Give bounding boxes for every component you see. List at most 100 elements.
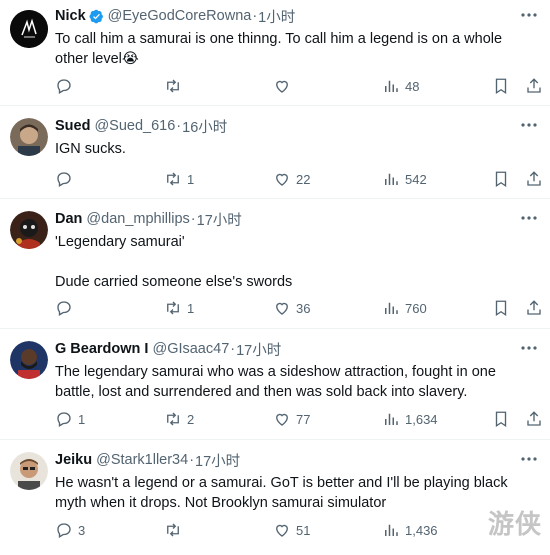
retweet-count: 1	[187, 300, 195, 316]
share-button[interactable]	[525, 409, 543, 429]
bookmark-button[interactable]	[492, 298, 510, 318]
author-handle[interactable]: @EyeGodCoreRowna	[108, 8, 252, 24]
author-name[interactable]: G Beardown I	[55, 341, 148, 357]
share-icon	[527, 300, 541, 315]
reply-icon	[57, 523, 71, 538]
timestamp[interactable]: 17小时	[236, 339, 281, 360]
separator-dot: ·	[190, 211, 196, 227]
retweet-button[interactable]: 1	[164, 169, 194, 189]
reply-button[interactable]	[55, 76, 78, 96]
share-icon	[527, 78, 541, 93]
avatar[interactable]	[10, 10, 48, 48]
author-name[interactable]: Jeiku	[55, 452, 92, 468]
like-count: 77	[296, 411, 311, 427]
like-count: 36	[296, 300, 311, 316]
tweet-text: 'Legendary samurai' Dude carried someone…	[55, 234, 293, 290]
share-icon	[527, 411, 541, 426]
views-count: 760	[405, 300, 427, 316]
tweet-item[interactable]: Sued @Sued_616 · 16小时 IGN sucks. 1 22 54…	[0, 106, 550, 199]
retweet-count: 2	[187, 411, 195, 427]
timestamp[interactable]: 17小时	[195, 450, 240, 471]
analytics-icon	[385, 413, 398, 425]
tweet-text: IGN sucks.	[55, 141, 126, 157]
views-button[interactable]: 48	[382, 76, 419, 96]
reply-button[interactable]	[55, 169, 78, 189]
watermark: 游侠	[487, 509, 542, 539]
retweet-icon	[167, 523, 179, 537]
bookmark-icon	[495, 300, 507, 317]
tweet-text: He wasn't a legend or a samurai. GoT is …	[55, 475, 508, 511]
retweet-button[interactable]: 2	[164, 409, 194, 429]
analytics-icon	[385, 302, 398, 314]
reply-count: 3	[78, 522, 86, 538]
bookmark-icon	[495, 411, 507, 428]
tweet-item[interactable]: G Beardown I @GIsaac47 · 17小时 The legend…	[0, 329, 550, 440]
avatar[interactable]	[10, 452, 48, 490]
like-button[interactable]	[273, 76, 296, 96]
views-button[interactable]: 1,436	[382, 520, 438, 540]
views-button[interactable]: 542	[382, 169, 427, 189]
more-icon[interactable]	[520, 343, 538, 353]
author-handle[interactable]: @GIsaac47	[152, 341, 229, 357]
more-icon[interactable]	[520, 454, 538, 464]
reply-icon	[57, 412, 71, 427]
bookmark-icon	[495, 78, 507, 95]
views-count: 542	[405, 171, 427, 187]
heart-icon	[276, 173, 288, 186]
avatar[interactable]	[10, 118, 48, 156]
retweet-button[interactable]	[164, 520, 187, 540]
tweet-item[interactable]: Nick @EyeGodCoreRowna · 1小时 To call him …	[0, 0, 550, 106]
tweet-item[interactable]: Dan @dan_mphillips · 17小时 'Legendary sam…	[0, 199, 550, 329]
author-handle[interactable]: @Sued_616	[94, 118, 175, 134]
retweet-button[interactable]: 1	[164, 298, 194, 318]
author-name[interactable]: Nick	[55, 8, 86, 24]
separator-dot: ·	[252, 8, 258, 24]
separator-dot: ·	[189, 452, 195, 468]
avatar[interactable]	[10, 211, 48, 249]
analytics-icon	[385, 524, 398, 536]
bookmark-button[interactable]	[492, 409, 510, 429]
tweet-item[interactable]: Jeiku @Stark1ller34 · 17小时 He wasn't a l…	[0, 440, 550, 555]
share-button[interactable]	[525, 76, 543, 96]
avatar[interactable]	[10, 341, 48, 379]
more-icon[interactable]	[520, 10, 538, 20]
retweet-button[interactable]	[164, 76, 187, 96]
reply-icon	[57, 79, 71, 94]
views-button[interactable]: 760	[382, 298, 427, 318]
like-count: 51	[296, 522, 311, 538]
like-button[interactable]: 51	[273, 520, 310, 540]
bookmark-button[interactable]	[492, 169, 510, 189]
views-button[interactable]: 1,634	[382, 409, 438, 429]
reply-button[interactable]	[55, 298, 78, 318]
analytics-icon	[385, 80, 398, 92]
retweet-count: 1	[187, 171, 195, 187]
bookmark-icon	[495, 171, 507, 188]
like-button[interactable]: 77	[273, 409, 310, 429]
reply-count: 1	[78, 411, 86, 427]
more-icon[interactable]	[520, 120, 538, 130]
author-name[interactable]: Sued	[55, 118, 90, 134]
reply-button[interactable]: 1	[55, 409, 85, 429]
share-button[interactable]	[525, 169, 543, 189]
heart-icon	[276, 413, 288, 426]
verified-badge-icon	[89, 9, 103, 23]
heart-icon	[276, 80, 288, 93]
like-count: 22	[296, 171, 311, 187]
like-button[interactable]: 22	[273, 169, 310, 189]
share-button[interactable]	[525, 298, 543, 318]
author-handle[interactable]: @Stark1ller34	[96, 452, 188, 468]
like-button[interactable]: 36	[273, 298, 310, 318]
more-icon[interactable]	[520, 213, 538, 223]
author-handle[interactable]: @dan_mphillips	[86, 211, 189, 227]
timestamp[interactable]: 16小时	[182, 116, 227, 137]
author-name[interactable]: Dan	[55, 211, 82, 227]
reply-button[interactable]: 3	[55, 520, 85, 540]
retweet-icon	[167, 301, 179, 315]
separator-dot: ·	[176, 118, 182, 134]
timestamp[interactable]: 17小时	[197, 209, 242, 230]
bookmark-button[interactable]	[492, 76, 510, 96]
heart-icon	[276, 524, 288, 537]
retweet-icon	[167, 412, 179, 426]
retweet-icon	[167, 172, 179, 186]
timestamp[interactable]: 1小时	[258, 6, 295, 27]
